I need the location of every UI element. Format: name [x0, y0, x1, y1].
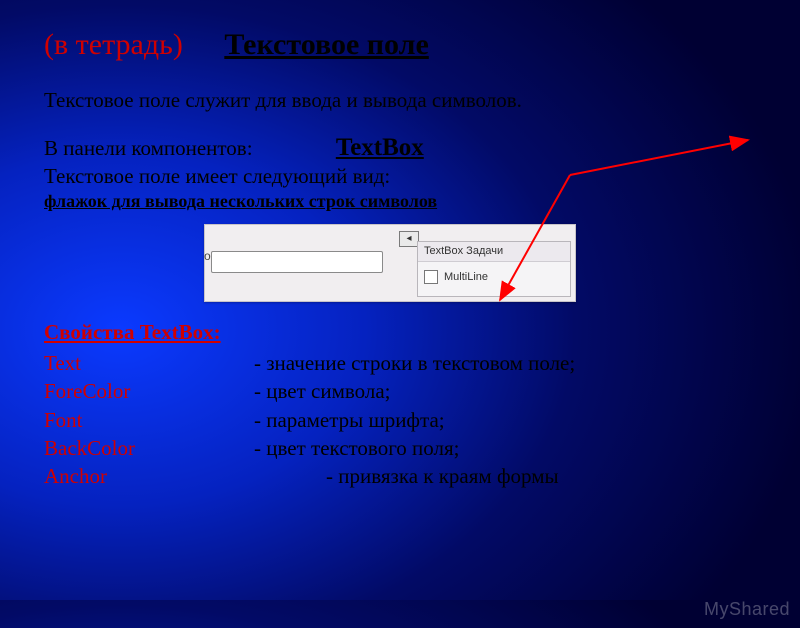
title-row: (в тетрадь) Текстовое поле [44, 28, 760, 62]
prop-desc: - цвет текстового поля; [254, 434, 459, 462]
checkbox-icon [424, 270, 438, 284]
intro-text: Текстовое поле служит для ввода и вывода… [44, 88, 760, 113]
watermark: MyShared [704, 599, 790, 620]
components-label: В панели компонентов: [44, 136, 253, 160]
prop-name: Anchor [44, 462, 254, 490]
prop-desc: - значение строки в текстовом поле; [254, 349, 575, 377]
prop-row: Font - параметры шрифта; [44, 406, 760, 434]
smart-tag-icon: ◂ [399, 231, 419, 247]
prop-row: Anchor - привязка к краям формы [44, 462, 760, 490]
prop-desc: - привязка к краям формы [326, 462, 559, 490]
prop-name: Font [44, 406, 254, 434]
multiline-label: MultiLine [444, 271, 488, 283]
component-name: TextBox [336, 134, 424, 161]
props-list: Text - значение строки в текстовом поле;… [44, 349, 760, 491]
prop-name: Text [44, 349, 254, 377]
prop-row: ForeColor - цвет символа; [44, 377, 760, 405]
title-main: Текстовое поле [224, 28, 428, 61]
handle-icon: o [204, 249, 211, 263]
title-prefix: (в тетрадь) [44, 28, 183, 61]
components-line: В панели компонентов: TextBox [44, 134, 760, 162]
prop-name: ForeColor [44, 377, 254, 405]
textbox-preview [211, 251, 383, 273]
prop-name: BackColor [44, 434, 254, 462]
tasks-panel: TextBox Задачи MultiLine [417, 241, 571, 297]
prop-row: Text - значение строки в текстовом поле; [44, 349, 760, 377]
appearance-line: Текстовое поле имеет следующий вид: [44, 164, 760, 189]
prop-desc: - цвет символа; [254, 377, 391, 405]
designer-screenshot: o ◂ TextBox Задачи MultiLine [204, 224, 576, 302]
tasks-panel-header: TextBox Задачи [418, 242, 570, 262]
prop-desc: - параметры шрифта; [254, 406, 445, 434]
multiline-row: MultiLine [418, 262, 570, 292]
slide: (в тетрадь) Текстовое поле Текстовое пол… [0, 0, 800, 628]
flag-line: флажок для вывода нескольких строк симво… [44, 191, 760, 212]
props-heading: Свойства TextBox: [44, 320, 760, 345]
prop-row: BackColor - цвет текстового поля; [44, 434, 760, 462]
